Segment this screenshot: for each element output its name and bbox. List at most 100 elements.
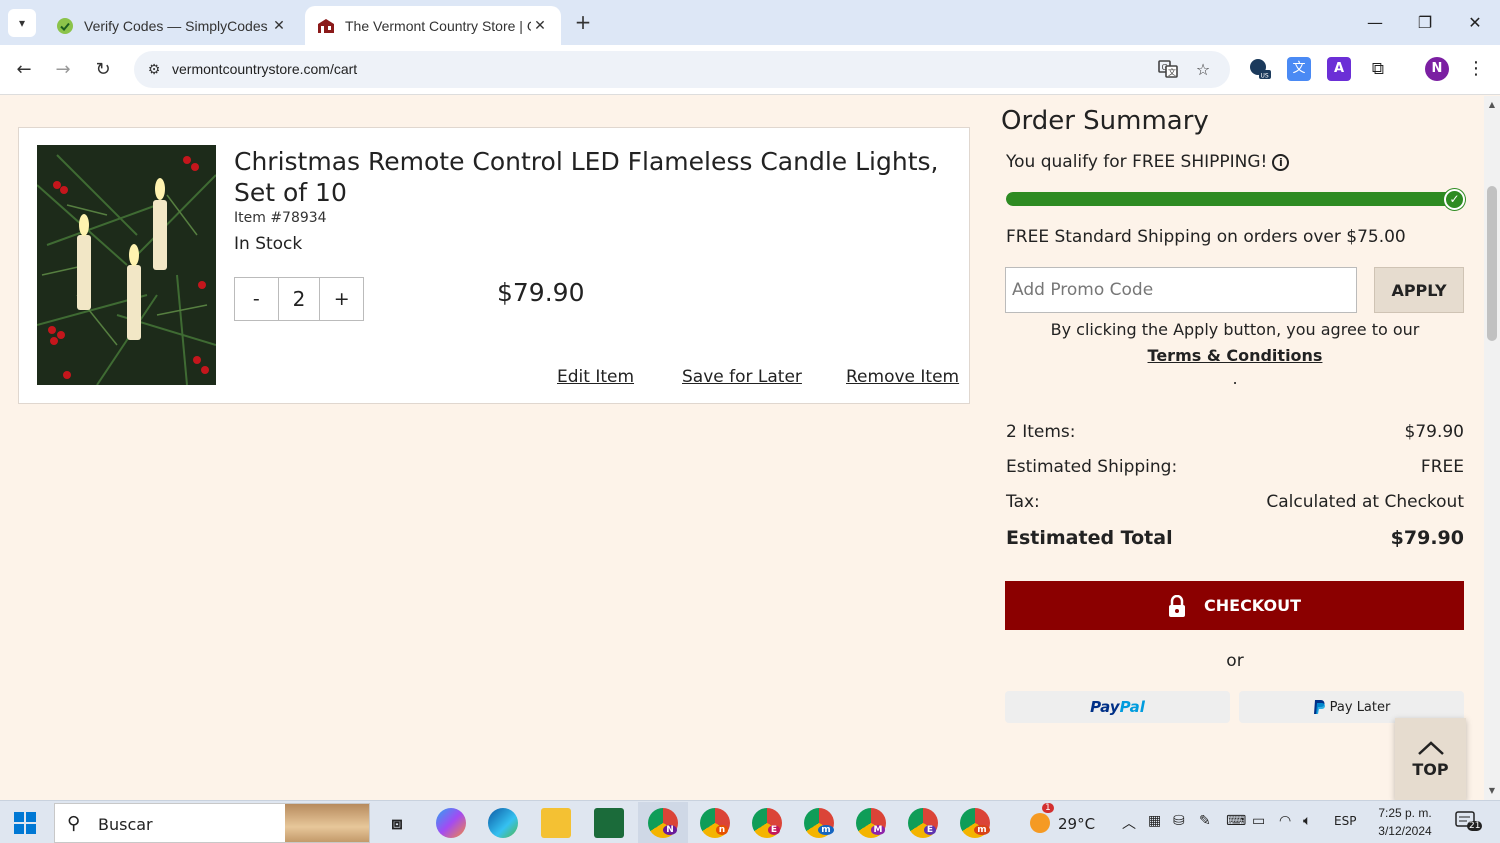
tab-vermont-country-store[interactable]: The Vermont Country Store | Ge ✕	[305, 6, 561, 45]
minimize-button[interactable]: —	[1360, 8, 1390, 38]
chevron-up-icon	[1417, 740, 1444, 755]
chrome-profile-e2-icon[interactable]: E	[908, 808, 938, 838]
shipping-row: Estimated Shipping: FREE	[1006, 457, 1464, 477]
copilot-icon[interactable]	[436, 808, 466, 838]
extensions-puzzle-icon[interactable]: ⧉	[1366, 57, 1390, 81]
tray-pen-icon[interactable]: ✎	[1199, 813, 1211, 829]
total-label: Estimated Total	[1006, 527, 1173, 549]
quantity-stepper: - 2 +	[234, 277, 364, 321]
back-to-top-button[interactable]: TOP	[1395, 718, 1466, 800]
windows-start-icon[interactable]	[14, 812, 36, 834]
tray-meet-icon[interactable]: ⌨	[1226, 813, 1246, 829]
chrome-profile-m-icon[interactable]: m	[804, 808, 834, 838]
back-button[interactable]: ←	[11, 57, 37, 83]
chrome-profile-n-icon[interactable]: N	[648, 808, 678, 838]
file-explorer-icon[interactable]	[541, 808, 571, 838]
shipping-progress-bar	[1006, 192, 1459, 206]
site-settings-icon[interactable]: ⚙	[144, 60, 164, 80]
paypal-button[interactable]: Pay Pal	[1005, 691, 1230, 723]
a-extension-icon[interactable]: A	[1327, 57, 1351, 81]
apply-promo-button[interactable]: APPLY	[1374, 267, 1464, 313]
checkout-button[interactable]: CHECKOUT	[1005, 581, 1464, 630]
lock-icon	[1169, 594, 1185, 617]
tax-value: Calculated at Checkout	[1266, 492, 1464, 512]
scrollbar-thumb[interactable]	[1487, 186, 1497, 341]
forward-button[interactable]: →	[50, 57, 76, 83]
order-summary-title: Order Summary	[1001, 106, 1209, 136]
scroll-down-arrow-icon[interactable]: ▼	[1484, 786, 1500, 795]
tab-title: Verify Codes — SimplyCodes	[84, 17, 268, 34]
reload-button[interactable]: ↻	[90, 57, 116, 83]
chrome-profile-e-icon[interactable]: E	[752, 808, 782, 838]
close-tab-icon[interactable]: ✕	[531, 18, 549, 34]
info-icon[interactable]: i	[1272, 154, 1290, 171]
chrome-profile-n2-icon[interactable]: n	[700, 808, 730, 838]
url-text[interactable]: vermontcountrystore.com/cart	[172, 61, 357, 77]
free-shipping-text: You qualify for FREE SHIPPING!	[1006, 152, 1268, 172]
checkout-label: CHECKOUT	[1204, 596, 1301, 615]
item-number: Item #78934	[234, 210, 327, 226]
address-bar[interactable]: ⚙ vermontcountrystore.com/cart G文 ☆	[134, 51, 1230, 88]
product-name[interactable]: Christmas Remote Control LED Flameless C…	[234, 146, 954, 208]
product-image[interactable]	[37, 145, 216, 385]
tax-label: Tax:	[1006, 492, 1040, 512]
volume-icon[interactable]: 🔈︎	[1303, 813, 1311, 829]
tray-drive-icon[interactable]: ⛁	[1173, 813, 1185, 829]
paypal-pay-text: Pay	[1090, 698, 1120, 716]
search-icon: ⚲	[67, 813, 81, 834]
windows-taskbar: ⚲ Buscar ⧈ N n E m M E m 1 29°C ︿ ▦ ⛁ ✎ ⌨…	[0, 800, 1500, 843]
translate-extension-icon[interactable]: 文	[1287, 57, 1311, 81]
search-highlight-image	[285, 804, 369, 842]
new-tab-button[interactable]: +	[570, 9, 596, 35]
task-view-icon[interactable]: ⧈	[382, 808, 412, 838]
tab-search-button[interactable]: ▾	[8, 9, 36, 37]
edge-icon[interactable]	[488, 808, 518, 838]
items-value: $79.90	[1404, 422, 1464, 442]
restore-button[interactable]: ❐	[1410, 8, 1440, 38]
close-window-button[interactable]: ✕	[1460, 8, 1490, 38]
system-clock[interactable]: 7:25 p. m. 3/12/2024	[1370, 804, 1440, 840]
search-placeholder: Buscar	[98, 815, 153, 834]
qty-increase-button[interactable]: +	[320, 278, 363, 320]
total-row: Estimated Total $79.90	[1006, 527, 1464, 549]
terms-conditions-link[interactable]: Terms & Conditions	[1148, 346, 1323, 365]
or-divider: or	[1226, 651, 1244, 671]
agreement-text: By clicking the Apply button, you agree …	[1050, 320, 1420, 339]
scroll-up-arrow-icon[interactable]: ▲	[1484, 100, 1500, 109]
item-price: $79.90	[497, 278, 585, 307]
tax-row: Tax: Calculated at Checkout	[1006, 492, 1464, 512]
vpn-extension-icon[interactable]: US	[1248, 57, 1272, 81]
free-shipping-qualify: You qualify for FREE SHIPPING! i	[1006, 152, 1290, 172]
promo-agreement: By clicking the Apply button, you agree …	[1001, 317, 1469, 369]
tab-simplycodes[interactable]: Verify Codes — SimplyCodes ✕	[44, 6, 300, 45]
translate-icon[interactable]: G文	[1157, 59, 1179, 81]
save-for-later-link[interactable]: Save for Later	[682, 367, 802, 387]
page-scrollbar[interactable]: ▲ ▼	[1484, 96, 1500, 800]
chrome-profile-m3-icon[interactable]: m	[960, 808, 990, 838]
battery-icon[interactable]: ▭	[1252, 813, 1265, 829]
bookmark-star-icon[interactable]: ☆	[1192, 59, 1214, 81]
close-tab-icon[interactable]: ✕	[270, 18, 288, 34]
browser-menu-icon[interactable]: ⋮	[1464, 57, 1488, 81]
tab-title: The Vermont Country Store | Ge	[345, 17, 531, 34]
qty-value-field[interactable]: 2	[277, 278, 321, 320]
language-indicator[interactable]: ESP	[1334, 814, 1356, 828]
tray-overflow-icon[interactable]: ︿	[1122, 813, 1136, 833]
wifi-icon[interactable]: ◠	[1279, 813, 1291, 829]
notifications-button[interactable]: 21	[1455, 811, 1483, 833]
profile-avatar[interactable]: N	[1425, 57, 1449, 81]
chrome-profile-m2-icon[interactable]: M	[856, 808, 886, 838]
store-icon[interactable]	[594, 808, 624, 838]
edit-item-link[interactable]: Edit Item	[557, 367, 634, 387]
weather-sun-icon	[1030, 813, 1050, 833]
promo-code-input[interactable]	[1005, 267, 1357, 313]
remove-item-link[interactable]: Remove Item	[846, 367, 959, 387]
taskbar-search[interactable]: ⚲ Buscar	[54, 803, 370, 843]
page-content: Christmas Remote Control LED Flameless C…	[0, 96, 1484, 800]
paypal-pal-text: Pal	[1119, 698, 1145, 716]
weather-widget[interactable]: 1 29°C	[1030, 803, 1095, 833]
shipping-progress-fill	[1006, 192, 1459, 206]
notification-count: 21	[1467, 821, 1483, 831]
qty-decrease-button[interactable]: -	[235, 278, 278, 320]
tray-app-icon[interactable]: ▦	[1148, 813, 1161, 829]
